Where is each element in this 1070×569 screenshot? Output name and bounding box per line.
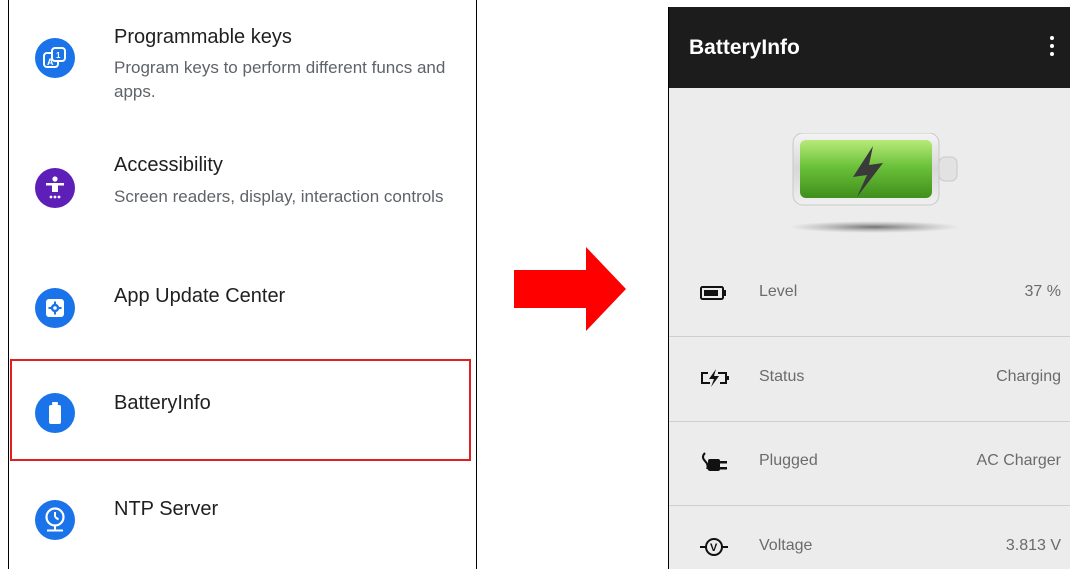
setting-subtitle: Screen readers, display, interaction con… xyxy=(114,187,444,206)
setting-title: App Update Center xyxy=(114,285,286,307)
voltage-row: V Voltage 3.813 V xyxy=(669,506,1070,569)
setting-title: Programmable keys xyxy=(114,26,292,48)
batteryinfo-app-screen: BatteryInfo Level 37 % Status Charging P… xyxy=(668,7,1070,569)
settings-list: A 1 Programmable keys Program keys to pe… xyxy=(8,0,477,569)
setting-item-app-update-center[interactable]: App Update Center xyxy=(9,270,476,350)
status-row: Status Charging xyxy=(669,337,1070,422)
more-options-icon[interactable] xyxy=(1048,36,1056,60)
plugged-value: AC Charger xyxy=(976,452,1061,469)
setting-item-accessibility[interactable]: Accessibility Screen readers, display, i… xyxy=(9,150,476,250)
svg-text:V: V xyxy=(710,542,718,554)
setting-item-programmable-keys[interactable]: A 1 Programmable keys Program keys to pe… xyxy=(9,20,476,120)
battery-level-icon xyxy=(700,286,726,300)
app-bar: BatteryInfo xyxy=(669,7,1070,88)
level-value: 37 % xyxy=(1024,283,1061,300)
status-value: Charging xyxy=(996,368,1061,385)
svg-text:1: 1 xyxy=(56,51,61,60)
app-update-center-icon xyxy=(35,288,75,328)
setting-title: Accessibility xyxy=(114,154,223,176)
voltage-icon: V xyxy=(700,538,728,556)
accessibility-icon xyxy=(35,168,75,208)
level-label: Level xyxy=(759,283,798,300)
battery-illustration-icon xyxy=(791,133,960,233)
setting-title: NTP Server xyxy=(114,498,219,520)
programmable-keys-icon: A 1 xyxy=(35,38,75,78)
ntp-server-icon xyxy=(35,500,75,540)
plugged-label: Plugged xyxy=(759,452,818,469)
setting-subtitle: Program keys to perform different funcs … xyxy=(114,58,446,101)
plugged-row: Plugged AC Charger xyxy=(669,421,1070,506)
voltage-value: 3.813 V xyxy=(1005,537,1061,554)
app-title: BatteryInfo xyxy=(689,36,800,59)
setting-item-ntp-server[interactable]: NTP Server xyxy=(9,480,476,569)
plug-icon xyxy=(702,452,727,471)
svg-text:A: A xyxy=(47,57,54,67)
right-arrow-icon xyxy=(514,247,626,331)
status-label: Status xyxy=(759,368,805,385)
level-row: Level 37 % xyxy=(669,252,1070,337)
voltage-label: Voltage xyxy=(759,537,813,554)
batteryinfo-highlight xyxy=(10,359,471,461)
charging-status-icon xyxy=(701,369,729,387)
